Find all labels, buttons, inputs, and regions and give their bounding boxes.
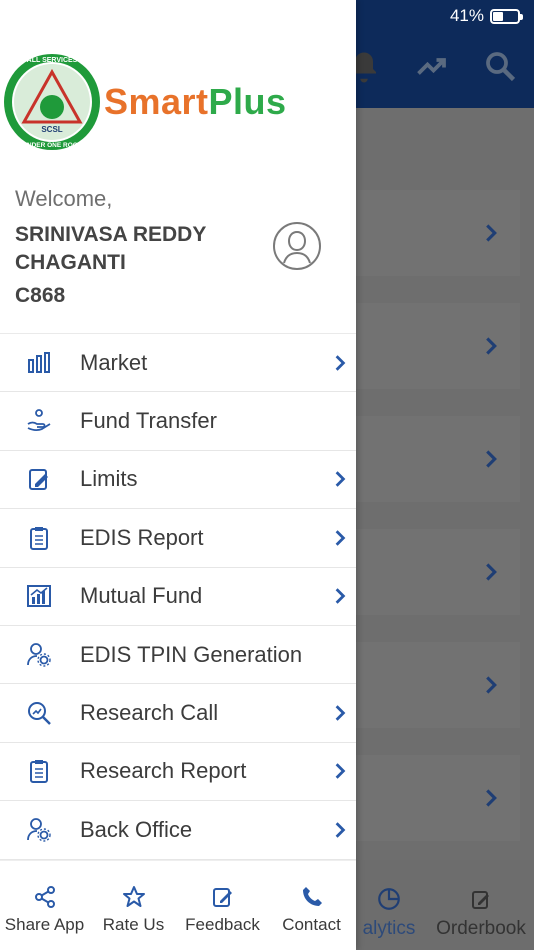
menu-item-research-report[interactable]: Research Report xyxy=(0,743,356,802)
hand-coins-icon xyxy=(27,409,51,432)
bar-chart-icon xyxy=(28,351,50,373)
chevron-right-icon xyxy=(335,354,346,371)
edit-icon xyxy=(212,888,232,907)
avatar-icon[interactable] xyxy=(272,221,322,271)
menu-label: Research Call xyxy=(80,700,219,726)
edit-note-icon xyxy=(29,469,48,491)
contact-label: Contact xyxy=(282,915,341,934)
brand: SCSL ALL SERVICES UNDER ONE ROOF SmartPl… xyxy=(2,52,287,152)
clipboard-icon xyxy=(30,526,48,550)
drawer-bottom-bar: Share App Rate Us Feedback Contact xyxy=(0,860,356,950)
user-name: SRINIVASA REDDY CHAGANTI xyxy=(15,223,206,274)
trending-up-icon[interactable] xyxy=(414,48,450,84)
menu-item-market[interactable]: Market xyxy=(0,334,356,393)
chevron-right-icon xyxy=(335,530,346,546)
status-bar: 41% xyxy=(449,6,523,26)
battery-percent: 41% xyxy=(449,6,484,25)
welcome-text: Welcome, xyxy=(15,186,113,211)
menu-label: EDIS Report xyxy=(80,524,204,550)
menu-item-edis-report[interactable]: EDIS Report xyxy=(0,509,356,568)
chevron-right-icon xyxy=(486,450,497,468)
chevron-right-icon xyxy=(335,822,346,838)
rate-us-button[interactable]: Rate Us xyxy=(89,861,178,950)
tab-orderbook[interactable]: Orderbook xyxy=(436,888,526,940)
chevron-right-icon xyxy=(335,705,346,721)
menu-label: Fund Transfer xyxy=(80,408,217,434)
feedback-button[interactable]: Feedback xyxy=(178,861,267,950)
brand-name: SmartPlus xyxy=(104,81,287,123)
user-code: C868 xyxy=(15,284,66,307)
menu-label: Mutual Fund xyxy=(80,583,203,609)
menu-label: Back Office xyxy=(80,816,193,842)
phone-icon xyxy=(302,887,322,906)
svg-text:SCSL: SCSL xyxy=(41,125,62,134)
chevron-right-icon xyxy=(486,224,497,242)
tab-analytics-label: alytics xyxy=(362,918,416,939)
chevron-right-icon xyxy=(486,676,497,694)
menu-item-edis-tpin-generation[interactable]: EDIS TPIN Generation xyxy=(0,626,356,685)
tab-analytics[interactable]: alytics xyxy=(356,886,422,940)
menu-label: Market xyxy=(80,349,148,375)
menu-item-fund-transfer[interactable]: Fund Transfer xyxy=(0,392,356,451)
user-gear-icon xyxy=(27,642,51,667)
feedback-label: Feedback xyxy=(185,915,260,934)
chevron-right-icon xyxy=(335,763,346,780)
share-app-button[interactable]: Share App xyxy=(0,861,89,950)
svg-text:UNDER ONE ROOF: UNDER ONE ROOF xyxy=(22,142,82,149)
edit-icon xyxy=(472,891,489,909)
share-icon xyxy=(34,886,55,908)
brand-name-smart: Smart xyxy=(104,81,209,122)
contact-button[interactable]: Contact xyxy=(267,861,356,950)
user-gear-icon xyxy=(27,817,51,842)
menu-item-mutual-fund[interactable]: Mutual Fund xyxy=(0,568,356,626)
menu-item-research-call[interactable]: Research Call xyxy=(0,684,356,743)
menu-item-back-office[interactable]: Back Office xyxy=(0,801,356,860)
side-drawer: SCSL ALL SERVICES UNDER ONE ROOF SmartPl… xyxy=(0,0,356,950)
chevron-right-icon xyxy=(486,563,497,581)
tab-orderbook-label: Orderbook xyxy=(436,918,526,939)
pie-chart-icon xyxy=(378,888,400,910)
rate-us-label: Rate Us xyxy=(102,915,165,934)
growth-chart-icon xyxy=(27,585,51,608)
star-icon xyxy=(122,886,145,907)
svg-text:ALL SERVICES: ALL SERVICES xyxy=(27,57,78,64)
menu-item-limits[interactable]: Limits xyxy=(0,451,356,510)
menu-label: EDIS TPIN Generation xyxy=(80,641,303,667)
chevron-right-icon xyxy=(486,337,497,355)
menu-label: Research Report xyxy=(80,758,247,784)
battery-icon xyxy=(490,8,523,24)
drawer-menu: Market Fund Transfer Limits EDIS Report … xyxy=(0,333,356,860)
chevron-right-icon xyxy=(335,471,346,488)
company-logo: SCSL ALL SERVICES UNDER ONE ROOF xyxy=(4,54,100,150)
magnify-chart-icon xyxy=(28,702,51,725)
brand-name-plus: Plus xyxy=(208,81,287,122)
menu-label: Limits xyxy=(80,466,138,492)
chevron-right-icon xyxy=(335,588,346,604)
share-app-label: Share App xyxy=(4,915,85,934)
clipboard-icon xyxy=(30,760,48,784)
chevron-right-icon xyxy=(486,789,497,807)
search-icon[interactable] xyxy=(482,48,518,84)
